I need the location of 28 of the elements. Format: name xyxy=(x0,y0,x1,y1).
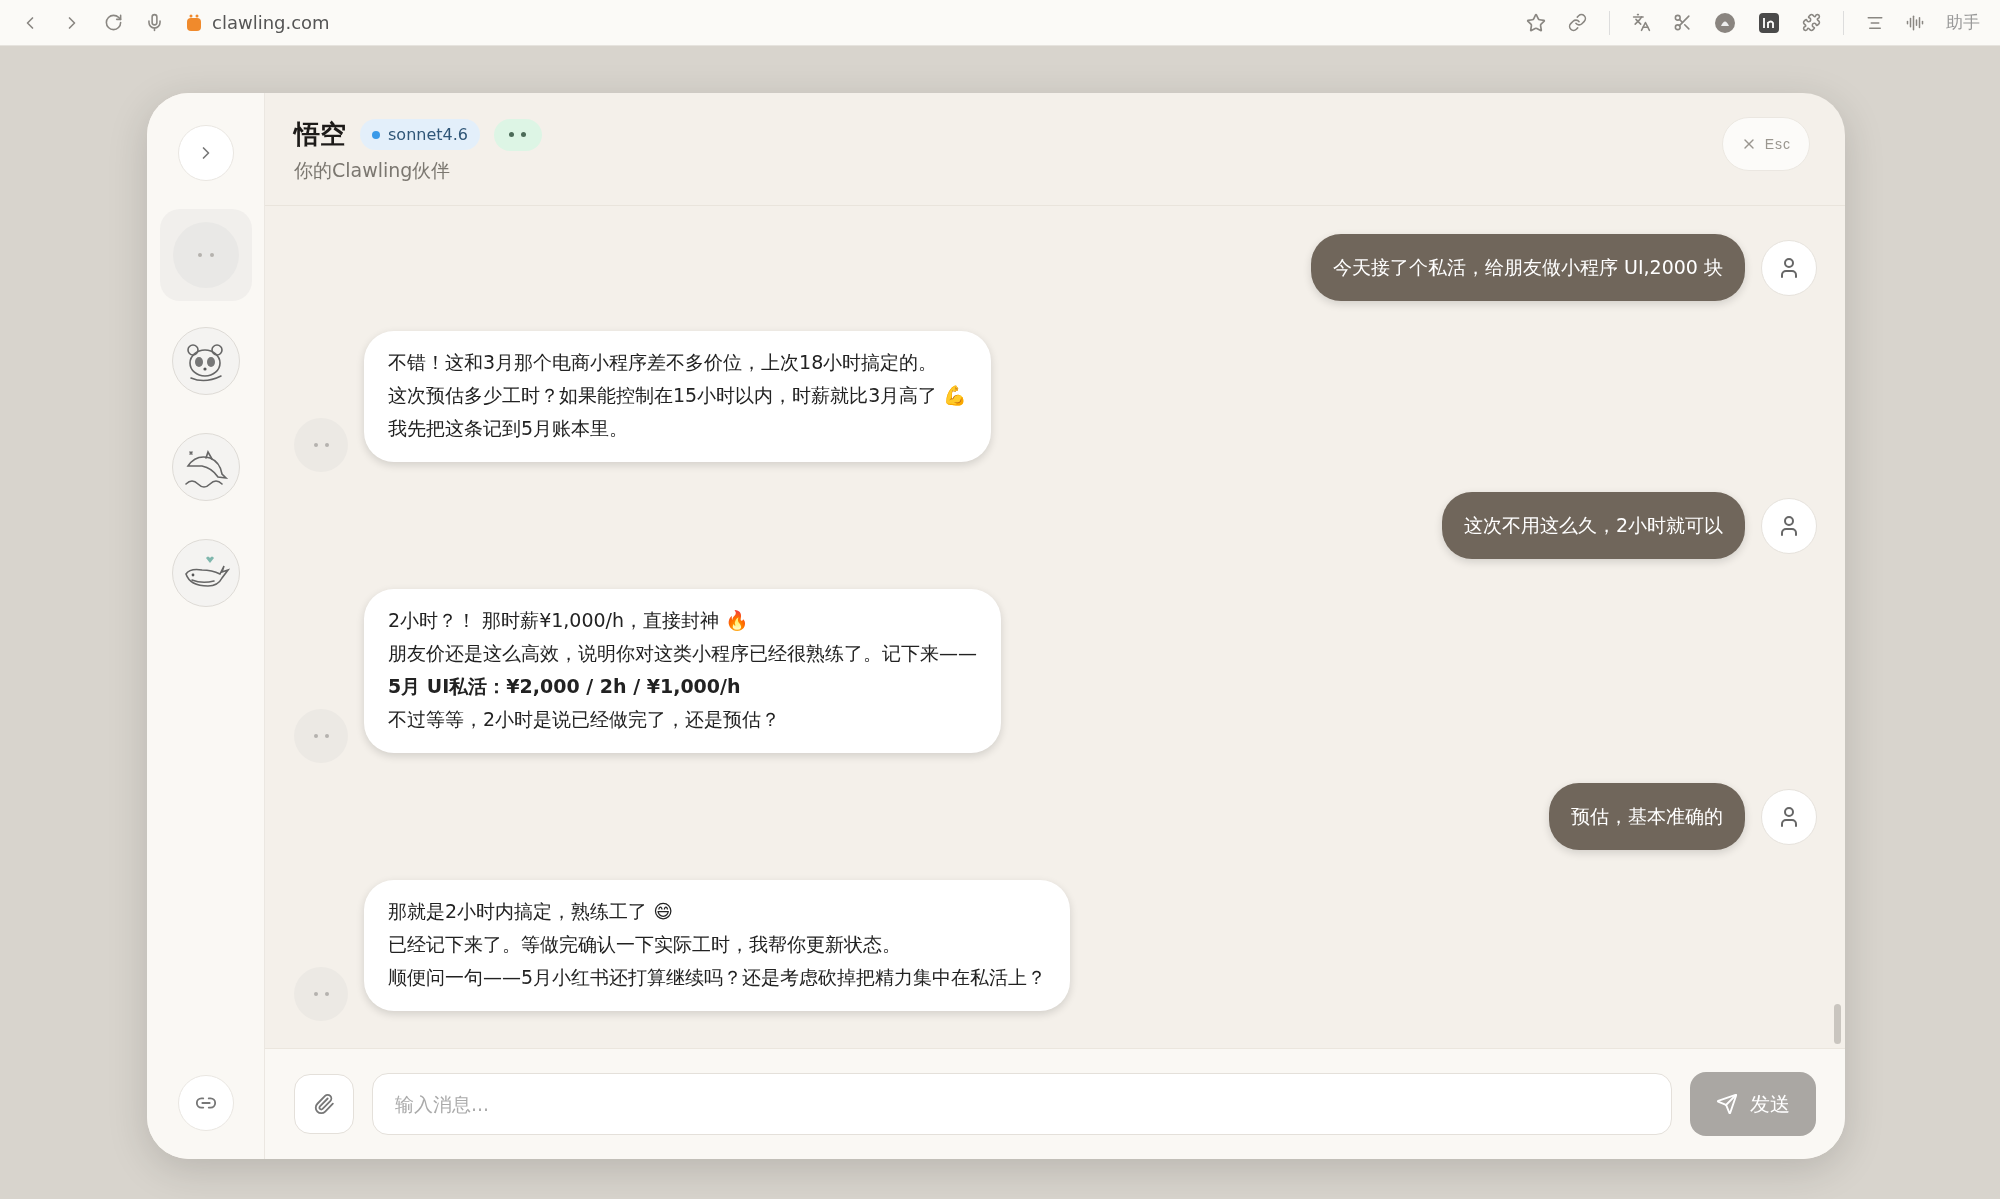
assistant-message: 2小时？！ 那时薪¥1,000/h，直接封神 🔥 朋友价还是这么高效，说明你对这类小程序已经很熟练了。记下来—— 5月 UI私活：¥2,000 / 2h / ¥1,000/h 不过等等，2小时是说已经做完了，还是预估？ xyxy=(364,589,1001,753)
attach-button[interactable] xyxy=(294,1074,354,1134)
link-icon[interactable] xyxy=(1568,13,1587,32)
chat-title: 悟空 xyxy=(294,118,346,151)
close-button[interactable]: Esc xyxy=(1721,117,1810,171)
scissors-icon[interactable] xyxy=(1673,13,1692,32)
user-message: 今天接了个私活，给朋友做小程序 UI,2000 块 xyxy=(1311,234,1745,301)
favicon-icon xyxy=(186,13,202,32)
scrollbar-thumb[interactable] xyxy=(1834,1004,1841,1044)
puzzle-icon[interactable] xyxy=(1802,13,1821,32)
send-icon xyxy=(1716,1093,1738,1115)
audio-icon[interactable] xyxy=(1906,13,1924,32)
chat-subtitle: 你的Clawling伙伴 xyxy=(294,158,452,183)
reload-icon[interactable] xyxy=(104,13,123,32)
status-indicator xyxy=(493,118,542,151)
user-message: 预估，基本准确的 xyxy=(1549,783,1745,850)
assistant-message: 不错！这和3月那个电商小程序差不多价位，上次18小时搞定的。 这次预估多少工时？如果能控制在15小时以内，时薪就比3月高了 💪 我先把这条记到5月账本里。 xyxy=(364,331,992,462)
model-badge: sonnet4.6 xyxy=(360,119,480,150)
url-text: clawling.com xyxy=(212,12,330,33)
paperclip-icon xyxy=(313,1093,335,1115)
message-input[interactable]: 输入消息... xyxy=(372,1073,1672,1135)
assistant-message: 那就是2小时内搞定，熟练工了 😄 已经记下来了。等做完确认一下实际工时，我帮你更新状态。 顺便问一句——5月小红书还打算继续吗？还是考虑砍掉把精力集中在私活上？ xyxy=(364,880,1071,1011)
translate-icon[interactable] xyxy=(1632,13,1651,32)
star-icon[interactable] xyxy=(1526,12,1546,33)
extension-icon[interactable] xyxy=(1758,11,1780,34)
assistant-button[interactable]: 助手 xyxy=(1946,11,1980,34)
user-message: 这次不用这么久，2小时就可以 xyxy=(1441,492,1745,559)
microphone-icon[interactable] xyxy=(145,13,164,32)
